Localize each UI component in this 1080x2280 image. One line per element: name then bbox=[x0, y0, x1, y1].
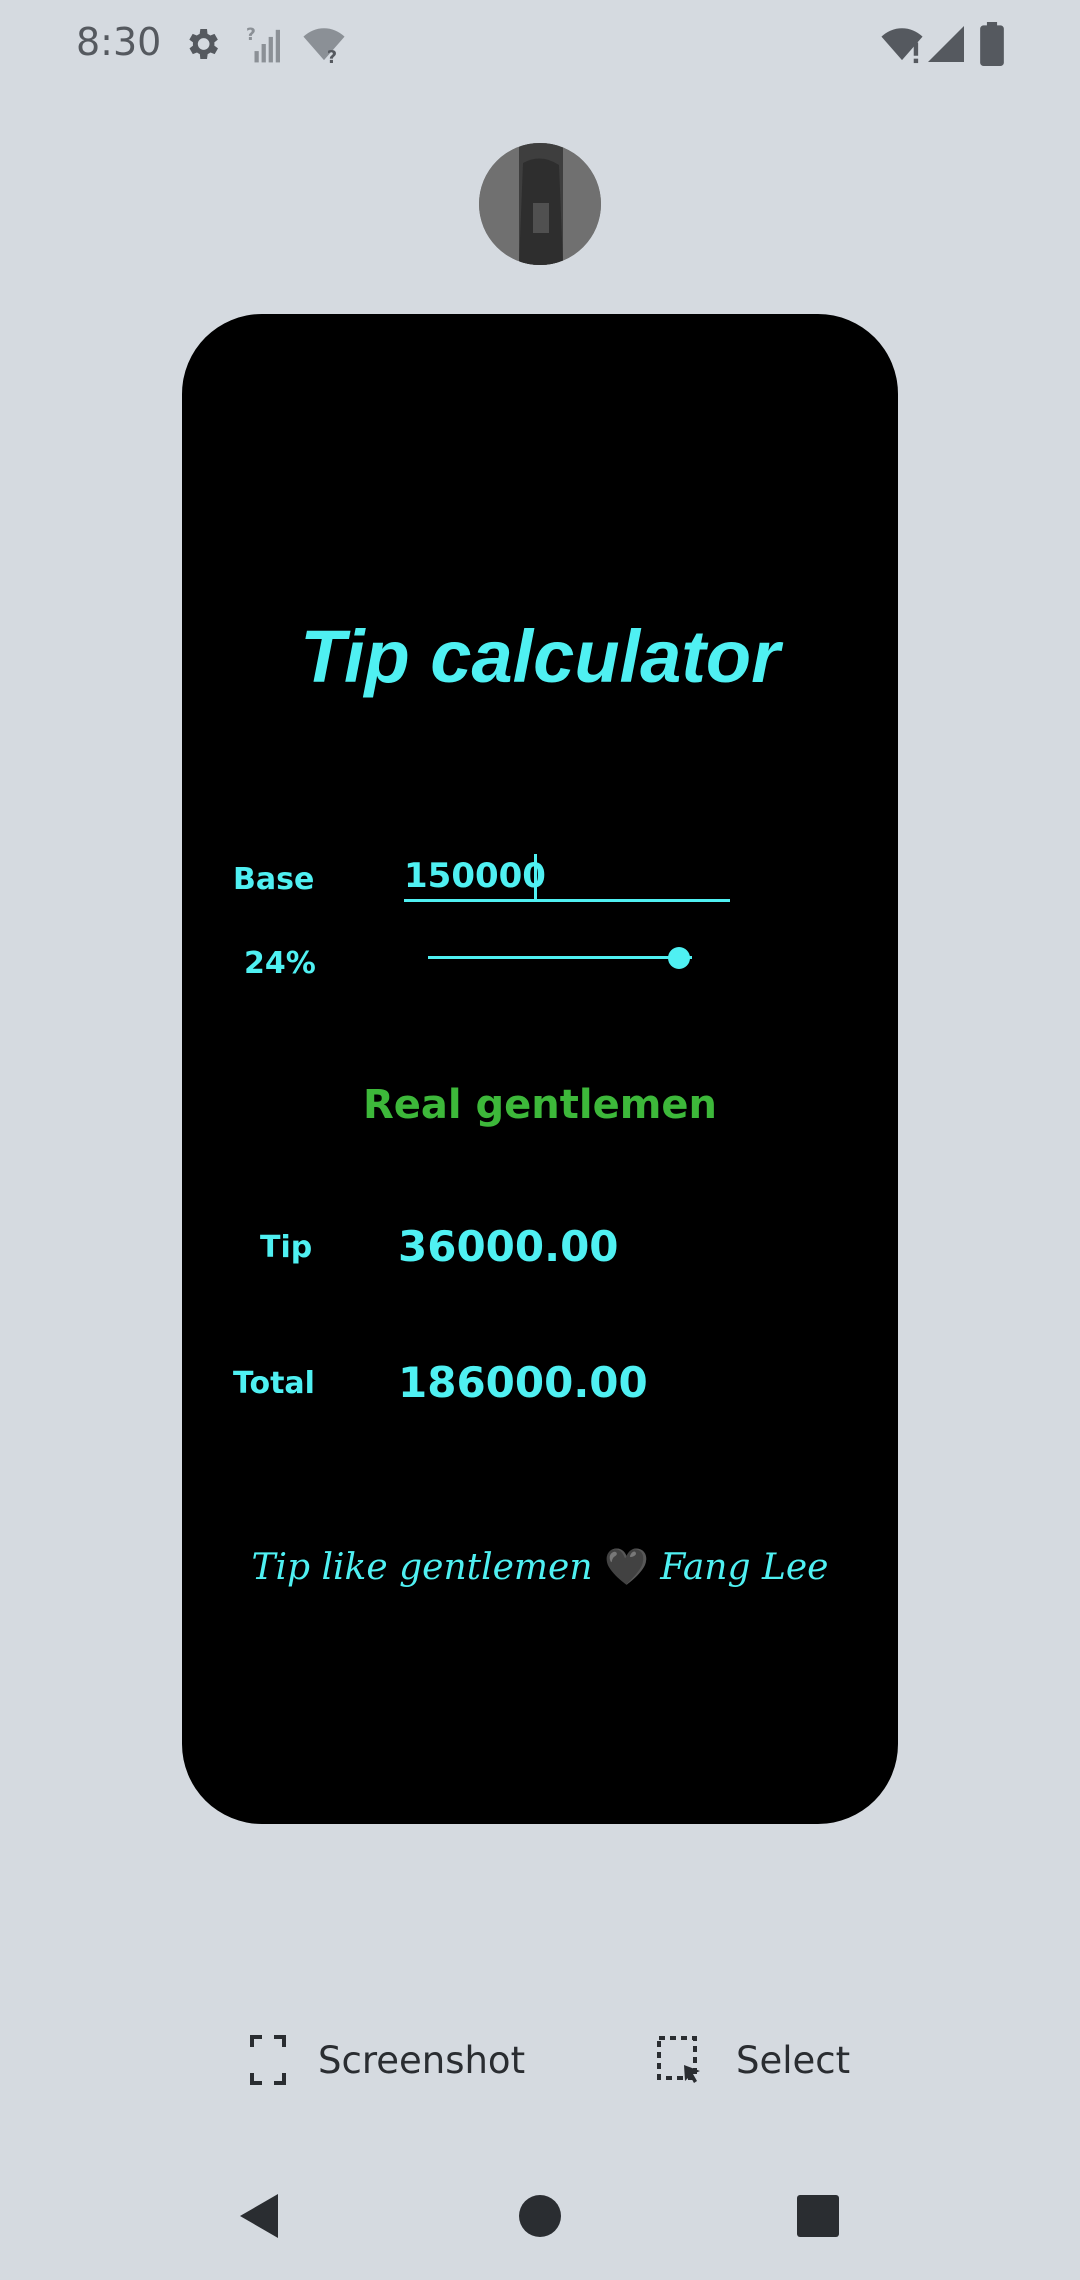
tip-value: 36000.00 bbox=[398, 1222, 619, 1271]
base-input[interactable] bbox=[404, 853, 730, 902]
tier-message: Real gentlemen bbox=[362, 1082, 718, 1128]
total-label: Total bbox=[233, 1366, 315, 1401]
status-bar: 8:30 ? ? bbox=[0, 0, 1080, 90]
cell-signal-icon bbox=[928, 26, 964, 62]
footer-credit: Tip like gentlemen 🖤 Fang Lee bbox=[182, 1546, 898, 1588]
svg-text:?: ? bbox=[327, 48, 337, 66]
wifi-unknown-icon: ? bbox=[303, 28, 345, 66]
tip-label: Tip bbox=[260, 1230, 313, 1265]
percent-label: 24% bbox=[244, 946, 316, 981]
settings-icon bbox=[189, 29, 218, 59]
battery-icon bbox=[980, 22, 1004, 66]
select-label: Select bbox=[736, 2038, 851, 2082]
avatar-photo bbox=[479, 143, 601, 265]
app-title: Tip calculator bbox=[300, 615, 780, 698]
status-time: 8:30 bbox=[76, 20, 162, 64]
tip-calculator-card: Tip calculator Base 24% Real gentlemen T… bbox=[182, 314, 898, 1824]
slider-thumb[interactable] bbox=[667, 947, 690, 969]
avatar bbox=[479, 143, 601, 265]
tip-percent-slider[interactable] bbox=[428, 938, 692, 978]
footer-text-after: Fang Lee bbox=[660, 1547, 829, 1588]
screenshot-button[interactable]: Screenshot bbox=[250, 2030, 525, 2090]
total-value: 186000.00 bbox=[398, 1358, 648, 1407]
no-sim-signal-icon: ? bbox=[246, 25, 280, 63]
heart-icon: 🖤 bbox=[604, 1547, 649, 1588]
select-region-icon bbox=[657, 2036, 700, 2083]
screenshot-label: Screenshot bbox=[318, 2038, 526, 2082]
screenshot-icon bbox=[250, 2035, 286, 2085]
svg-text:?: ? bbox=[246, 25, 256, 45]
wifi-alert-icon bbox=[881, 28, 923, 64]
footer-text-before: Tip like gentlemen bbox=[251, 1547, 593, 1588]
slider-fill bbox=[428, 956, 679, 959]
base-label: Base bbox=[233, 862, 315, 897]
text-cursor bbox=[534, 854, 537, 900]
back-icon[interactable] bbox=[230, 2186, 290, 2246]
select-button[interactable]: Select bbox=[656, 2030, 850, 2090]
home-icon[interactable] bbox=[510, 2186, 570, 2246]
recents-icon[interactable] bbox=[788, 2186, 848, 2246]
